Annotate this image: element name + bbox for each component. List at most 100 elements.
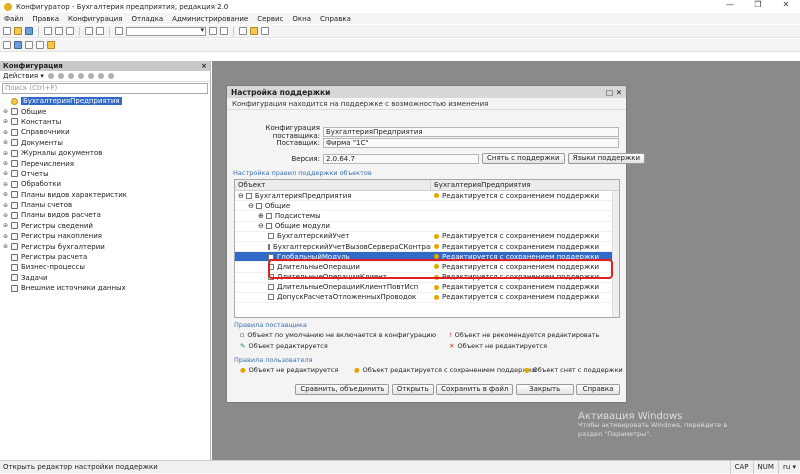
move-down-icon[interactable] <box>97 73 104 79</box>
config-tree-icon[interactable] <box>3 41 11 49</box>
tree-item[interactable]: Регистры расчета <box>0 252 210 262</box>
expand-toggle[interactable]: ⊕ <box>3 139 9 146</box>
tree-item[interactable]: ⊕ Планы счетов <box>0 200 210 210</box>
expand-toggle[interactable]: ⊖ <box>258 222 264 231</box>
open-button[interactable]: Открыть <box>391 384 434 395</box>
support-icon[interactable] <box>36 41 44 49</box>
table-row[interactable]: БухгалтерскийУчет Редактируется с сохране… <box>235 232 619 242</box>
tree-item[interactable]: ⊕ Регистры бухгалтерии <box>0 241 210 251</box>
delete-icon[interactable] <box>77 73 84 79</box>
expand-toggle[interactable]: ⊕ <box>3 160 9 167</box>
maximize-button[interactable]: ❐ <box>744 0 772 9</box>
edit-icon[interactable] <box>57 73 64 79</box>
close-icon[interactable]: × <box>201 62 207 70</box>
menu-service[interactable]: Сервис <box>257 15 283 23</box>
menu-debug[interactable]: Отладка <box>131 15 163 23</box>
expand-toggle[interactable]: ⊕ <box>258 211 264 220</box>
rule-cell[interactable]: Редактируется с сохранением поддержки <box>431 191 619 200</box>
bookmark-icon[interactable] <box>239 27 247 35</box>
rule-cell[interactable] <box>431 201 619 210</box>
table-row[interactable]: БухгалтерскийУчетВызовСервераСКонтрагент… <box>235 242 619 253</box>
expand-toggle[interactable]: ⊕ <box>3 233 9 240</box>
help-icon[interactable] <box>261 27 269 35</box>
version-field[interactable]: 2.0.64.7 <box>323 153 479 164</box>
find-icon[interactable] <box>115 27 123 35</box>
table-row[interactable]: ⊖ Общие <box>235 201 619 212</box>
save-icon[interactable] <box>25 27 33 35</box>
search-combo[interactable] <box>126 26 206 36</box>
tree-item[interactable]: Бизнес-процессы <box>0 262 210 272</box>
tree-item[interactable]: ⊕ Отчеты <box>0 169 210 179</box>
find-next-icon[interactable] <box>209 27 217 35</box>
compare-merge-button[interactable]: Сравнить, объединить <box>295 384 390 395</box>
expand-toggle[interactable]: ⊕ <box>3 222 9 229</box>
table-row[interactable]: ДлительныеОперацииКлиентПовтИсп Редактиру… <box>235 283 619 293</box>
expand-toggle[interactable]: ⊕ <box>3 181 9 188</box>
column-config[interactable]: БухгалтерияПредприятия <box>431 180 619 190</box>
actions-menu[interactable]: Действия ▾ <box>3 72 44 80</box>
rule-cell[interactable]: Редактируется с сохранением поддержки <box>431 283 619 292</box>
table-row[interactable]: ⊖ БухгалтерияПредприятия Редактируется с с… <box>235 191 619 202</box>
support-languages-button[interactable]: Языки поддержки <box>567 153 646 164</box>
vendor-field[interactable]: Фирма "1С" <box>323 138 619 148</box>
menu-windows[interactable]: Окна <box>292 15 311 23</box>
menu-edit[interactable]: Правка <box>32 15 59 23</box>
tree-item[interactable]: Задачи <box>0 273 210 283</box>
expand-toggle[interactable]: ⊕ <box>3 243 9 250</box>
update-db-icon[interactable] <box>14 41 22 49</box>
expand-toggle[interactable]: ⊕ <box>3 202 9 209</box>
copy-icon[interactable] <box>67 73 74 79</box>
rule-cell[interactable] <box>431 211 619 220</box>
configuration-search-input[interactable]: Поиск (Ctrl+F) <box>2 83 208 94</box>
cut-icon[interactable] <box>44 27 52 35</box>
rule-cell[interactable]: Редактируется с сохранением поддержки <box>431 293 619 302</box>
expand-toggle[interactable]: ⊖ <box>238 191 244 200</box>
tree-item[interactable]: ⊕ Перечисления <box>0 158 210 168</box>
minimize-button[interactable]: — <box>716 0 744 9</box>
save-to-file-button[interactable]: Сохранить в файл <box>436 384 514 395</box>
expand-toggle[interactable]: ⊕ <box>3 129 9 136</box>
dialog-close-button[interactable]: □ ✕ <box>606 88 622 97</box>
table-row[interactable]: ⊕ Подсистемы <box>235 211 619 222</box>
table-row[interactable]: ДопускРасчетаОтложенныхПроводок Редактиру… <box>235 293 619 304</box>
open-icon[interactable] <box>14 27 22 35</box>
sort-icon[interactable] <box>107 73 114 79</box>
new-icon[interactable] <box>3 27 11 35</box>
tree-item[interactable]: Внешние источники данных <box>0 283 210 293</box>
menu-help[interactable]: Справка <box>320 15 351 23</box>
expand-toggle[interactable]: ⊖ <box>248 201 254 210</box>
move-up-icon[interactable] <box>87 73 94 79</box>
paste-icon[interactable] <box>66 27 74 35</box>
column-object[interactable]: Объект <box>235 180 431 190</box>
tree-item[interactable]: ⊕ Журналы документов <box>0 148 210 158</box>
vendor-config-field[interactable]: БухгалтерияПредприятия <box>323 127 619 137</box>
expand-toggle[interactable]: ⊕ <box>3 191 9 198</box>
tree-item[interactable]: ⊕ Справочники <box>0 127 210 137</box>
close-button[interactable]: ✕ <box>772 0 800 9</box>
tree-item[interactable]: ⊕ Обработки <box>0 179 210 189</box>
syntax-helper-icon[interactable] <box>250 27 258 35</box>
copy-icon[interactable] <box>55 27 63 35</box>
tree-item[interactable]: БухгалтерияПредприятия <box>0 96 210 106</box>
compare-icon[interactable] <box>25 41 33 49</box>
tree-item[interactable]: ⊕ Регистры сведений <box>0 221 210 231</box>
expand-toggle[interactable]: ⊕ <box>3 118 9 125</box>
run-debug-icon[interactable] <box>47 41 55 49</box>
find-prev-icon[interactable] <box>220 27 228 35</box>
table-row[interactable]: ⊖ Общие модули <box>235 222 619 232</box>
tree-item[interactable]: ⊕ Планы видов расчета <box>0 210 210 220</box>
undo-icon[interactable] <box>85 27 93 35</box>
dialog-close-action-button[interactable]: Закрыть <box>515 384 574 395</box>
expand-toggle[interactable]: ⊕ <box>3 212 9 219</box>
tree-item[interactable]: ⊕ Регистры накопления <box>0 231 210 241</box>
dialog-help-button[interactable]: Справка <box>576 384 620 395</box>
redo-icon[interactable] <box>96 27 104 35</box>
expand-toggle[interactable]: ⊕ <box>3 108 9 115</box>
table-scrollbar[interactable] <box>612 191 619 317</box>
menu-administration[interactable]: Администрирование <box>172 15 248 23</box>
tree-item[interactable]: ⊕ Планы видов характеристик <box>0 190 210 200</box>
tree-item[interactable]: ⊕ Общие <box>0 106 210 116</box>
rule-cell[interactable]: Редактируется с сохранением поддержки <box>431 232 619 241</box>
expand-toggle[interactable]: ⊕ <box>3 150 9 157</box>
menu-file[interactable]: Файл <box>4 15 23 23</box>
